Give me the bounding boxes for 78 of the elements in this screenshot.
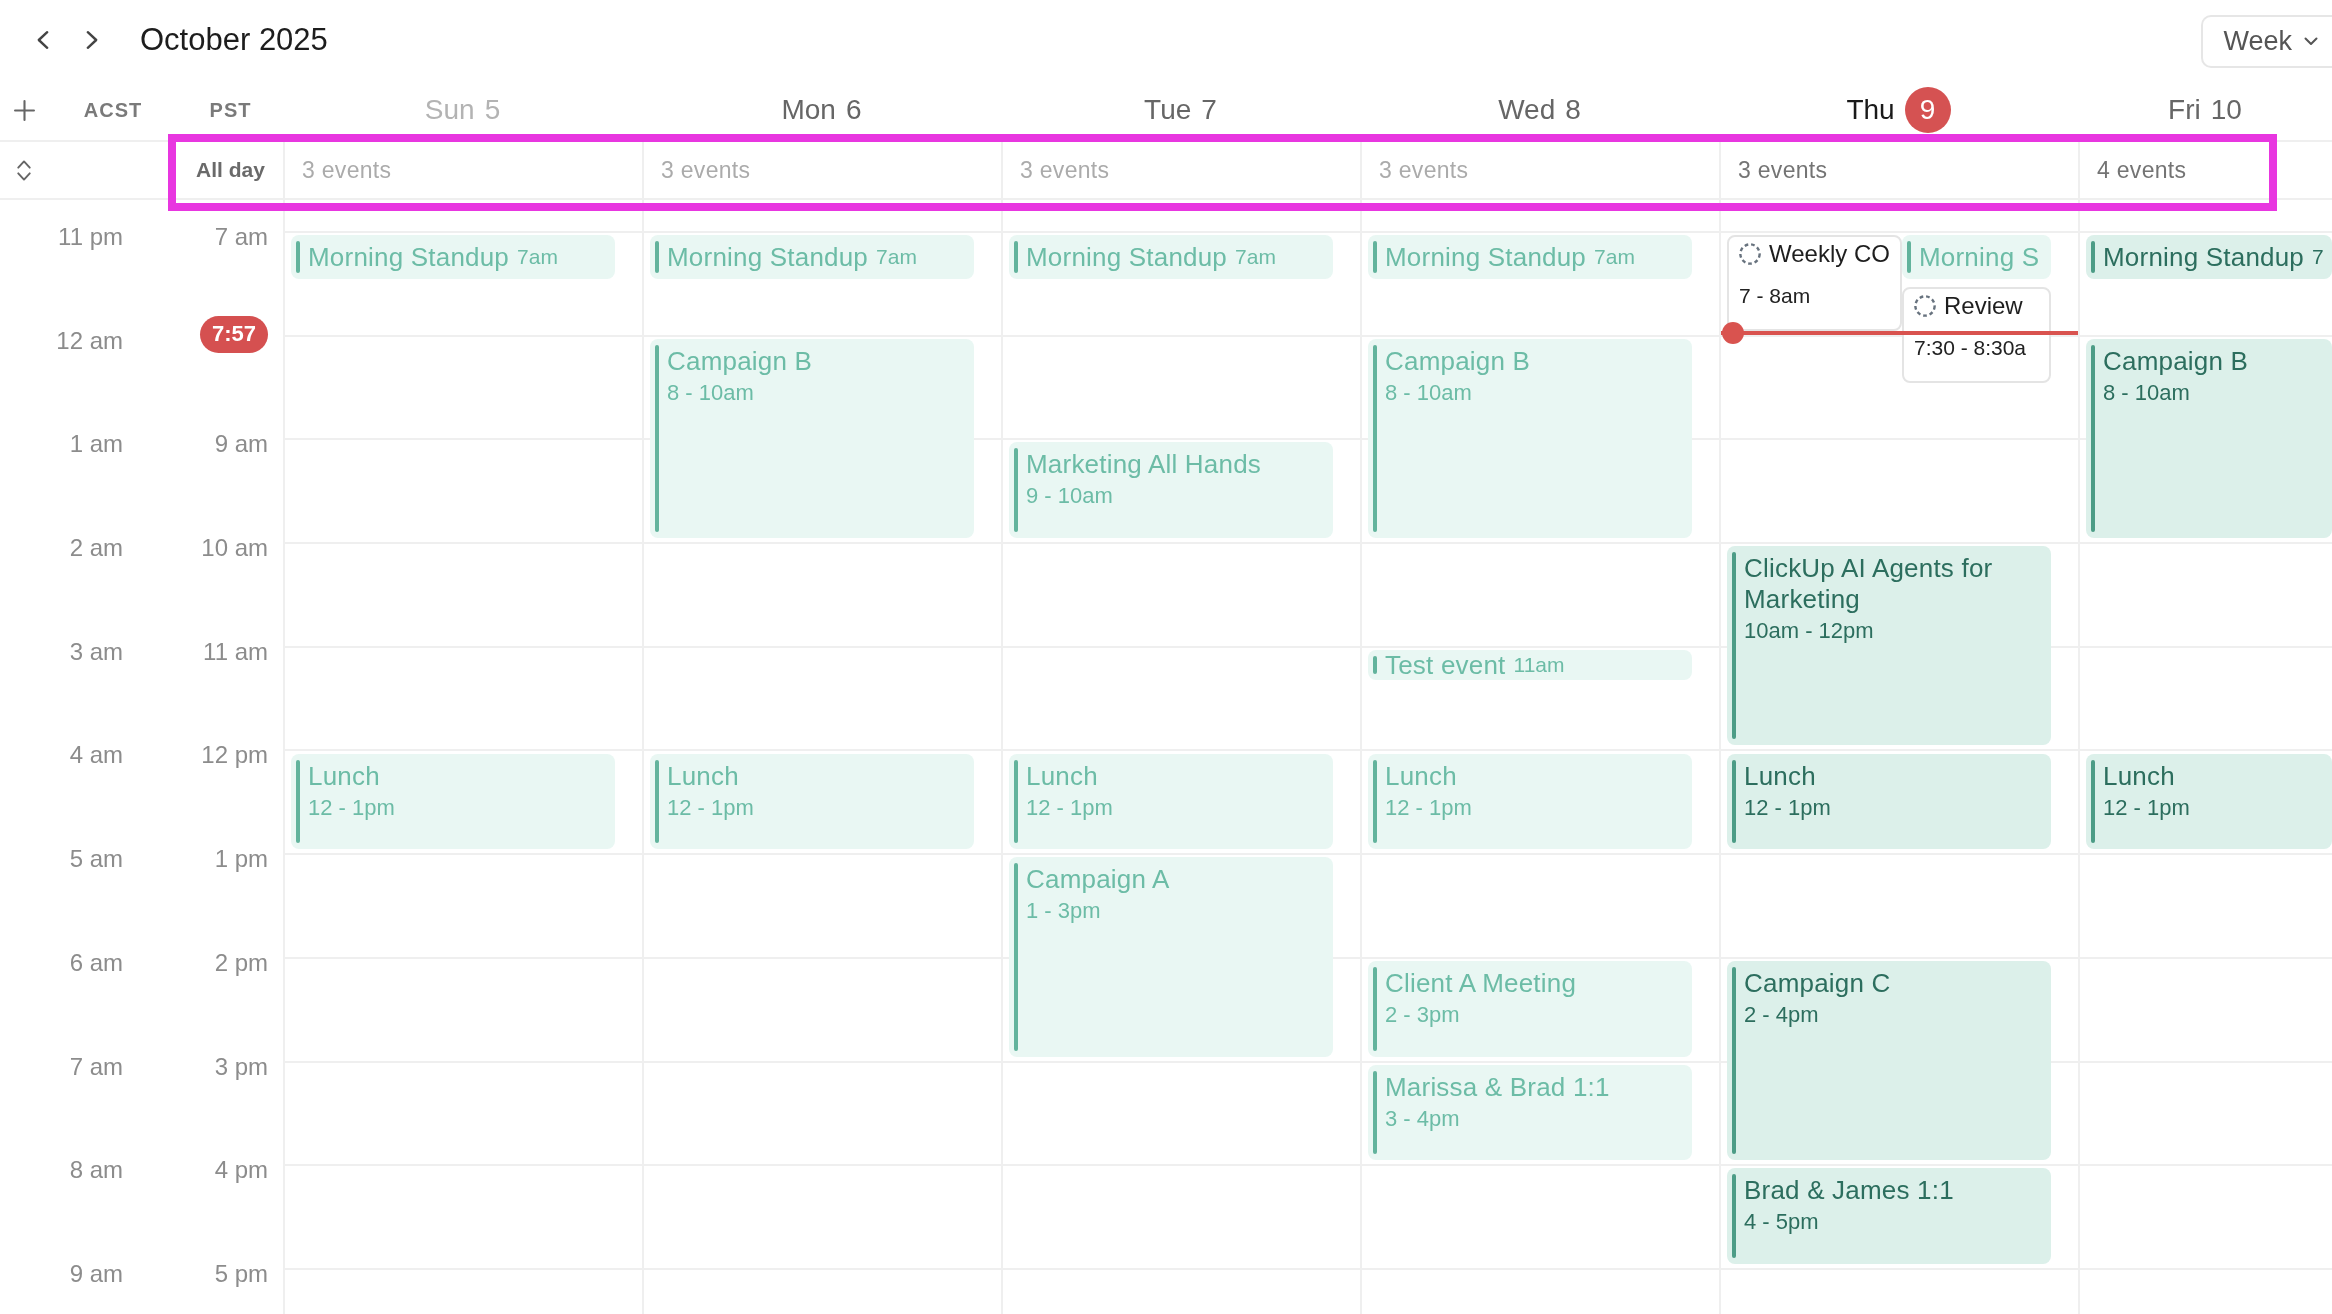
event-card[interactable]: Lunch 12 - 1pm (1009, 753, 1333, 850)
time-label: 2 am (68, 534, 123, 563)
timezone-label: PST (209, 98, 252, 122)
day-number: 6 (845, 94, 862, 126)
time-label: 12 am (55, 326, 123, 355)
plus-icon (13, 99, 35, 121)
time-label: 1 pm (213, 845, 268, 874)
event-count[interactable]: 3 events (1020, 156, 1110, 184)
event-card[interactable]: Lunch 12 - 1pm (2086, 753, 2332, 850)
event-card[interactable]: Lunch 12 - 1pm (1727, 753, 2051, 850)
up-down-chevron-icon (16, 158, 32, 182)
event-count[interactable]: 4 events (2097, 156, 2187, 184)
time-label: 11 am (202, 637, 268, 666)
event-card[interactable]: Lunch 12 - 1pm (291, 753, 615, 850)
timezone-label: ACST (83, 98, 143, 122)
event-card[interactable]: Campaign A 1 - 3pm (1009, 857, 1333, 1057)
time-label: 7 am (213, 223, 268, 251)
event-count[interactable]: 3 events (1379, 156, 1469, 184)
task-card[interactable]: Weekly CO 7 - 8am (1727, 235, 1902, 331)
event-card[interactable]: Morning Standup 7am (1009, 235, 1333, 279)
time-label: 8 am (68, 1156, 123, 1185)
day-number: 5 (484, 94, 501, 126)
event-card[interactable]: ClickUp AI Agents for Marketing 10am - 12pm (1727, 546, 2051, 746)
task-card[interactable]: Review 7:30 - 8:30a (1901, 286, 2051, 383)
event-card[interactable]: Morning Standup 7am (650, 235, 974, 279)
day-number: 8 (1565, 94, 1581, 126)
event-card[interactable]: Morning Standup 7am (1368, 235, 1692, 279)
event-card[interactable]: Morning Standup 7 (2086, 235, 2332, 279)
time-label: 12 pm (200, 741, 268, 770)
event-card[interactable]: Marissa & Brad 1:1 3 - 4pm (1368, 1064, 1692, 1161)
dashed-circle-icon (1913, 294, 1936, 317)
time-label: 7 am (68, 1052, 123, 1081)
time-label: 10 am (200, 534, 268, 563)
current-time-dot-icon (1722, 321, 1744, 344)
time-label: 3 pm (213, 1052, 268, 1081)
event-card[interactable]: Campaign C 2 - 4pm (1727, 960, 2051, 1161)
view-dropdown[interactable]: Week (2201, 15, 2332, 68)
chevron-left-icon (37, 30, 49, 50)
dashed-circle-icon (1739, 243, 1761, 265)
day-name: Wed (1498, 94, 1556, 126)
event-count[interactable]: 3 events (1738, 156, 1828, 184)
today-date-badge: 9 (1904, 87, 1951, 133)
caret-icon (2304, 37, 2318, 46)
day-name: Fri (2168, 94, 2201, 126)
time-label: 9 am (68, 1259, 123, 1288)
day-name: Tue (1144, 94, 1192, 126)
event-card[interactable]: Marketing All Hands 9 - 10am (1009, 442, 1333, 539)
event-count[interactable]: 3 events (661, 156, 751, 184)
time-label: 2 pm (213, 948, 268, 977)
event-count[interactable]: 3 events (302, 156, 392, 184)
time-label: 6 am (68, 948, 123, 977)
time-label: 5 pm (213, 1259, 268, 1288)
day-number: 7 (1201, 94, 1217, 126)
day-name: Mon (781, 94, 836, 126)
month-title: October 2025 (140, 22, 328, 58)
event-card[interactable]: Morning S (1901, 235, 2051, 279)
event-card[interactable]: Morning Standup 7am (291, 235, 615, 279)
time-label: 4 am (68, 741, 123, 770)
time-label: 3 am (68, 637, 123, 666)
event-card[interactable]: Brad & James 1:1 4 - 5pm (1727, 1168, 2051, 1264)
event-card[interactable]: Lunch 12 - 1pm (1368, 753, 1692, 850)
day-number: 10 (2210, 94, 2242, 126)
all-day-label: All day (196, 158, 265, 182)
time-label: 4 pm (213, 1156, 268, 1185)
event-card[interactable]: Campaign B 8 - 10am (1368, 338, 1692, 539)
day-name: Sun (424, 94, 475, 126)
event-card[interactable]: Client A Meeting 2 - 3pm (1368, 960, 1692, 1057)
time-label: 9 am (213, 430, 268, 459)
time-label: 5 am (68, 845, 123, 874)
day-name: Thu (1846, 94, 1895, 126)
event-card[interactable]: Campaign B 8 - 10am (2086, 338, 2332, 539)
time-label: 11 pm (57, 223, 123, 251)
chevron-right-icon (86, 30, 98, 50)
current-time-badge: 7:57 (199, 315, 268, 353)
event-card[interactable]: Test event 11am (1368, 649, 1692, 680)
time-label: 1 am (68, 430, 123, 459)
event-card[interactable]: Campaign B 8 - 10am (650, 338, 974, 539)
event-card[interactable]: Lunch 12 - 1pm (650, 753, 974, 850)
